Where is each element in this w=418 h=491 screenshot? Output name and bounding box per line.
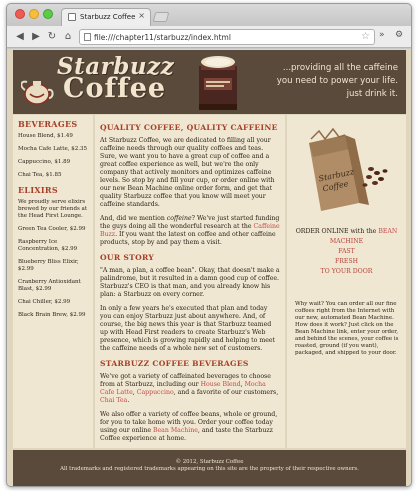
order-online-text: ORDER ONLINE with the	[295, 228, 377, 235]
back-arrow-icon[interactable]: ◀	[13, 30, 27, 44]
machine-link[interactable]: MACHINE	[291, 237, 402, 247]
wrench-menu-icon[interactable]: ⚙	[395, 30, 403, 40]
beverages-paragraph: We've got a variety of caffeinated bever…	[100, 373, 279, 404]
our-story-heading: OUR STORY	[100, 253, 155, 262]
to-your-door-link[interactable]: TO YOUR DOOR	[291, 267, 402, 277]
more-chevron-icon[interactable]: »	[379, 30, 385, 40]
browser-toolbar: ◀ ▶ ↻ ⌂ file:///chapter11/starbuzz/index…	[7, 26, 411, 48]
bookmark-star-icon[interactable]: ☆	[361, 31, 370, 42]
house-blend-link[interactable]: House Blend	[201, 381, 241, 388]
browser-tab[interactable]: Starbuzz Coffee ×	[61, 8, 151, 26]
trademark-text: All trademarks and registered trademarks…	[60, 466, 359, 472]
site-tagline: ...providing all the caffeine you need t…	[276, 63, 398, 99]
browser-window: Starbuzz Coffee × ◀ ▶ ↻ ⌂ file:///chapte…	[6, 3, 412, 487]
elixirs-intro: We proudly serve elixirs brewed by our f…	[18, 199, 88, 219]
right-sidebar: Starbuzz Coffee ORDER ONLINE with the BE…	[287, 115, 406, 448]
new-tab-button[interactable]	[152, 12, 170, 22]
page-icon	[84, 33, 91, 41]
logo-word-coffee: Coffee	[63, 73, 167, 104]
elixir-item: Cranberry Antioxidant Blast, $2.99	[18, 279, 81, 292]
starbuzz-logo[interactable]: Starbuzz Coffee	[21, 54, 174, 110]
coffee-kettle-icon	[21, 80, 54, 105]
bean-machine-link[interactable]: Bean Machine	[153, 427, 198, 434]
why-wait-paragraph: Why wait? You can order all our fine cof…	[295, 301, 399, 356]
elixir-item: Raspberry Ice Concentration, $2.99	[18, 239, 78, 252]
tab-close-icon[interactable]: ×	[138, 11, 145, 20]
story-paragraph: "A man, a plan, a coffee bean". Okay, th…	[100, 267, 280, 298]
page-favicon-icon	[68, 13, 76, 21]
beans-paragraph: We also offer a variety of coffee beans,…	[100, 411, 278, 442]
beverage-item: Mocha Cafe Latte, $2.35	[18, 146, 87, 152]
beverages-section-heading: STARBUZZ COFFEE BEVERAGES	[100, 359, 249, 368]
story-paragraph-2: In only a few years he's executed that p…	[100, 305, 276, 352]
elixir-item: Green Tea Cooler, $2.99	[18, 226, 86, 232]
elixir-item: Blueberry Bliss Elixir, $2.99	[18, 259, 79, 272]
coffee-bag-beans-image: Starbuzz Coffee	[309, 127, 388, 211]
beverage-item: House Blend, $1.49	[18, 133, 73, 139]
beverage-item: Chai Tea, $1.85	[18, 172, 62, 178]
caffeine-buzz-paragraph: And, did we mention coffeine? We've just…	[100, 215, 280, 246]
elixirs-heading: ELIXIRS	[18, 185, 58, 195]
cappuccino-link[interactable]: Cappuccino	[137, 389, 174, 396]
beverage-item: Cappuccino, $1.89	[18, 159, 71, 165]
fast-link[interactable]: FAST	[291, 247, 402, 257]
fresh-link[interactable]: FRESH	[291, 257, 402, 267]
home-icon[interactable]: ⌂	[61, 30, 75, 44]
elixir-item: Black Brain Brew, $2.99	[18, 312, 86, 318]
intro-paragraph: At Starbuzz Coffee, we are dedicated to …	[100, 137, 275, 208]
bean-link[interactable]: BEAN	[378, 228, 397, 235]
quality-heading: QUALITY COFFEE, QUALITY CAFFEINE	[100, 123, 278, 132]
copyright-text: © 2012, Starbuzz Coffee	[175, 459, 244, 465]
coffee-bag-image	[199, 56, 237, 110]
address-bar[interactable]: file:///chapter11/starbuzz/index.html ☆	[79, 29, 375, 45]
elixir-item: Chai Chiller, $2.99	[18, 299, 71, 305]
url-text: file:///chapter11/starbuzz/index.html	[94, 33, 231, 42]
close-window-button[interactable]	[15, 9, 25, 19]
main-content: QUALITY COFFEE, QUALITY CAFFEINE At Star…	[95, 115, 285, 448]
forward-arrow-icon[interactable]: ▶	[29, 30, 43, 44]
site-header: Starbuzz Coffee ...providing all the caf…	[13, 50, 406, 114]
minimize-window-button[interactable]	[29, 9, 39, 19]
reload-icon[interactable]: ↻	[45, 30, 59, 44]
web-page: Starbuzz Coffee ...providing all the caf…	[7, 49, 411, 486]
tab-title: Starbuzz Coffee	[80, 13, 136, 21]
beverages-heading: BEVERAGES	[18, 119, 78, 129]
site-footer: © 2012, Starbuzz Coffee All trademarks a…	[13, 450, 406, 486]
tab-bar: Starbuzz Coffee ×	[7, 4, 411, 26]
chai-tea-link[interactable]: Chai Tea	[100, 397, 127, 404]
zoom-window-button[interactable]	[43, 9, 53, 19]
order-online-box: ORDER ONLINE with the BEAN MACHINE FAST …	[291, 227, 402, 277]
left-sidebar: BEVERAGES House Blend, $1.49 Mocha Cafe …	[13, 115, 93, 448]
